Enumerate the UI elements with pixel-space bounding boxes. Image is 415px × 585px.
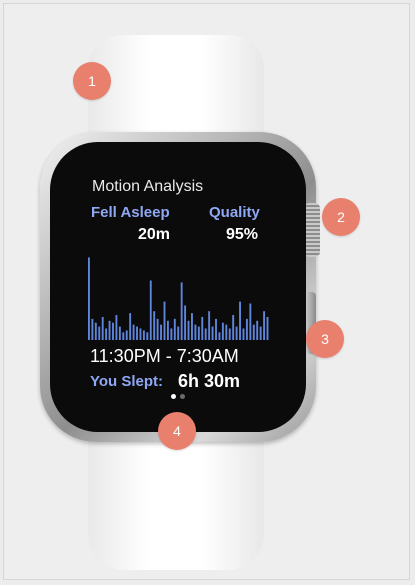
motion-bar	[215, 318, 217, 340]
motion-bar	[139, 328, 142, 340]
motion-bar	[256, 320, 259, 340]
motion-bar	[187, 320, 190, 340]
motion-bar	[201, 316, 204, 340]
watch-screen[interactable]: Motion Analysis Fell Asleep Quality 20m …	[78, 168, 278, 408]
motion-bar	[170, 328, 173, 340]
motion-bar	[105, 328, 108, 340]
motion-bar	[232, 315, 235, 340]
motion-bar	[180, 282, 183, 340]
motion-bar	[142, 330, 145, 340]
motion-bar	[204, 328, 207, 340]
motion-chart	[88, 257, 269, 340]
you-slept-label: You Slept:	[90, 373, 164, 390]
digital-crown[interactable]	[304, 203, 320, 257]
motion-bar	[129, 313, 132, 340]
motion-bar	[211, 326, 214, 340]
motion-bar	[173, 318, 176, 340]
motion-bar	[197, 326, 200, 340]
motion-bar	[218, 332, 221, 340]
motion-bar	[177, 326, 180, 340]
motion-bar	[153, 311, 156, 340]
motion-bar	[156, 318, 159, 340]
motion-bar	[94, 322, 97, 340]
motion-bar	[242, 328, 245, 340]
fell-asleep-label: Fell Asleep	[91, 204, 170, 221]
motion-bar	[125, 330, 128, 340]
motion-bar	[122, 332, 125, 340]
motion-bar	[252, 324, 255, 340]
motion-bar	[245, 318, 248, 340]
motion-bar	[118, 326, 121, 340]
motion-bar	[228, 328, 231, 340]
motion-bar	[239, 301, 241, 340]
motion-bar	[108, 320, 111, 340]
motion-bar	[225, 324, 228, 340]
motion-bar	[191, 313, 193, 340]
motion-bar	[88, 257, 90, 340]
motion-bar	[263, 311, 266, 340]
motion-bar	[132, 324, 135, 340]
motion-bar	[98, 326, 101, 340]
motion-bar	[101, 316, 104, 340]
motion-bar	[266, 316, 269, 340]
watch-band-top	[88, 35, 264, 145]
motion-bar	[160, 324, 162, 340]
motion-bar	[91, 318, 94, 340]
you-slept-value: 6h 30m	[178, 371, 241, 391]
motion-bar	[115, 315, 118, 340]
page-dot-1[interactable]	[171, 394, 176, 399]
motion-bar	[166, 320, 169, 340]
motion-bar	[194, 324, 197, 340]
page-dot-2[interactable]	[180, 394, 185, 399]
sleep-time-range: 11:30PM - 7:30AM	[90, 346, 239, 366]
callout-marker-2: 2	[322, 198, 360, 236]
motion-bar	[163, 301, 166, 340]
motion-bar	[146, 332, 149, 340]
quality-value: 95%	[226, 226, 259, 243]
motion-bar	[208, 311, 211, 340]
callout-marker-4: 4	[158, 412, 196, 450]
motion-bar	[259, 326, 262, 340]
fell-asleep-value: 20m	[138, 226, 171, 243]
motion-bar	[249, 303, 252, 340]
quality-label: Quality	[209, 204, 260, 221]
motion-bar	[112, 322, 114, 340]
app-title: Motion Analysis	[92, 178, 204, 195]
motion-bar	[184, 305, 187, 340]
motion-bar	[235, 326, 238, 340]
callout-marker-1: 1	[73, 62, 111, 100]
motion-bar	[149, 280, 152, 340]
motion-bar	[136, 326, 138, 340]
callout-marker-3: 3	[306, 320, 344, 358]
motion-bar	[221, 322, 224, 340]
